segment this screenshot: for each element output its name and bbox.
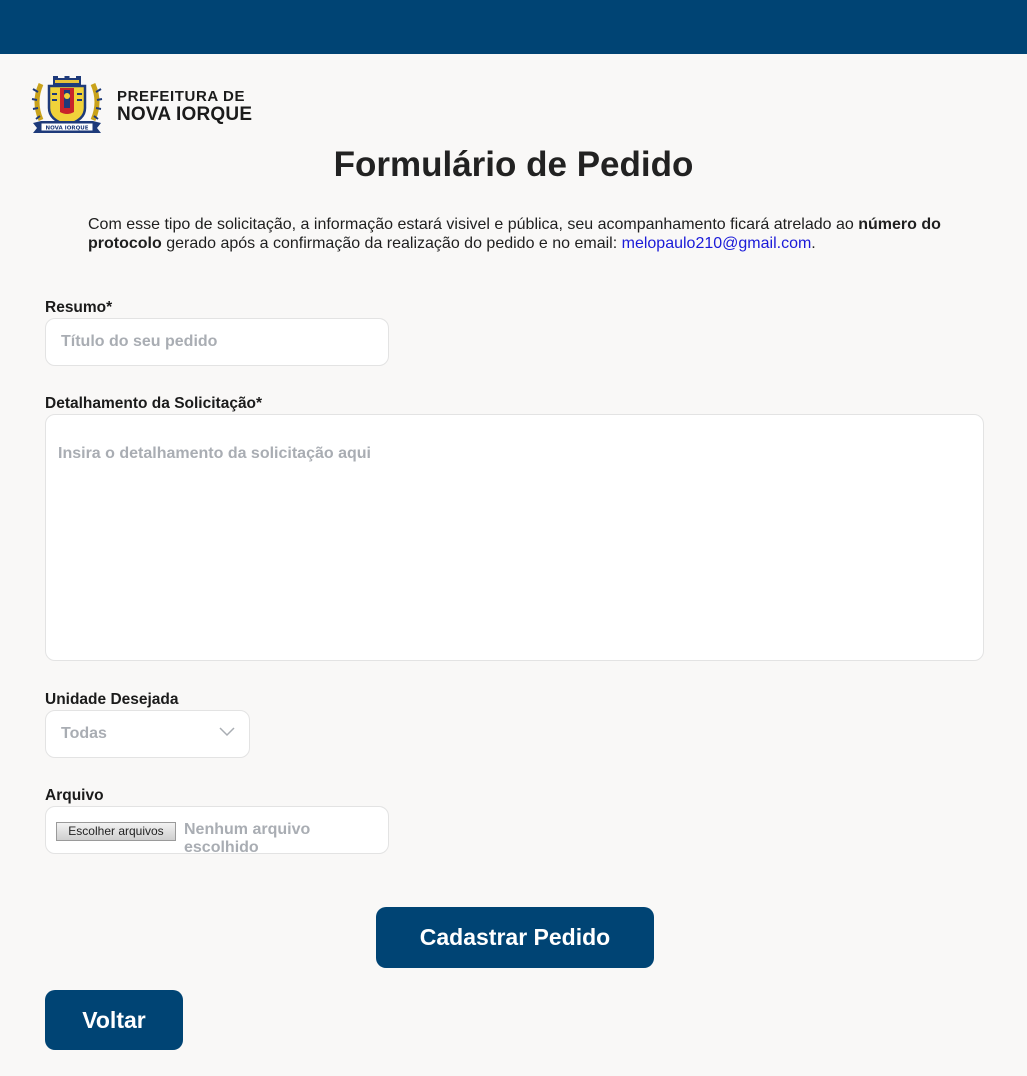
file-status-text: Nenhum arquivo escolhido <box>184 821 311 856</box>
unidade-selected-value: Todas <box>61 725 107 742</box>
choose-files-button[interactable]: Escolher arquivos <box>56 822 176 841</box>
site-logo[interactable]: NOVA IORQUE PREFEITURA DE NOVA IORQUE <box>31 76 252 136</box>
page-title: Formulário de Pedido <box>333 145 694 184</box>
intro-end: . <box>811 235 816 252</box>
detalhamento-label: Detalhamento da Solicitação* <box>45 395 263 412</box>
top-bar <box>0 0 1027 54</box>
intro-part-1: Com esse tipo de solicitação, a informaç… <box>88 216 859 233</box>
unidade-label: Unidade Desejada <box>45 691 179 708</box>
crest-ribbon-text: NOVA IORQUE <box>45 126 88 132</box>
city-crest-icon: NOVA IORQUE <box>31 76 103 133</box>
cadastrar-pedido-button[interactable]: Cadastrar Pedido <box>376 907 654 968</box>
voltar-button[interactable]: Voltar <box>45 990 183 1050</box>
resumo-label: Resumo* <box>45 299 113 316</box>
logo-text: PREFEITURA DE NOVA IORQUE <box>117 89 252 124</box>
resumo-placeholder: Título do seu pedido <box>61 333 218 350</box>
arquivo-label: Arquivo <box>45 787 104 804</box>
arquivo-file-input[interactable]: Escolher arquivos Nenhum arquivo escolhi… <box>45 806 389 856</box>
chevron-down-icon <box>219 727 235 737</box>
intro-text: Com esse tipo de solicitação, a informaç… <box>88 215 948 253</box>
detalhamento-placeholder: Insira o detalhamento da solicitação aqu… <box>58 445 371 462</box>
logo-line-2: NOVA IORQUE <box>117 103 253 125</box>
resumo-input[interactable]: Título do seu pedido <box>45 318 389 366</box>
intro-part-2: gerado após a confirmação da realização … <box>161 235 622 252</box>
detalhamento-textarea[interactable]: Insira o detalhamento da solicitação aqu… <box>45 414 984 661</box>
logo-line-1: PREFEITURA DE <box>117 87 246 105</box>
unidade-select[interactable]: Todas <box>45 710 250 758</box>
user-email: melopaulo210@gmail.com <box>621 235 812 252</box>
